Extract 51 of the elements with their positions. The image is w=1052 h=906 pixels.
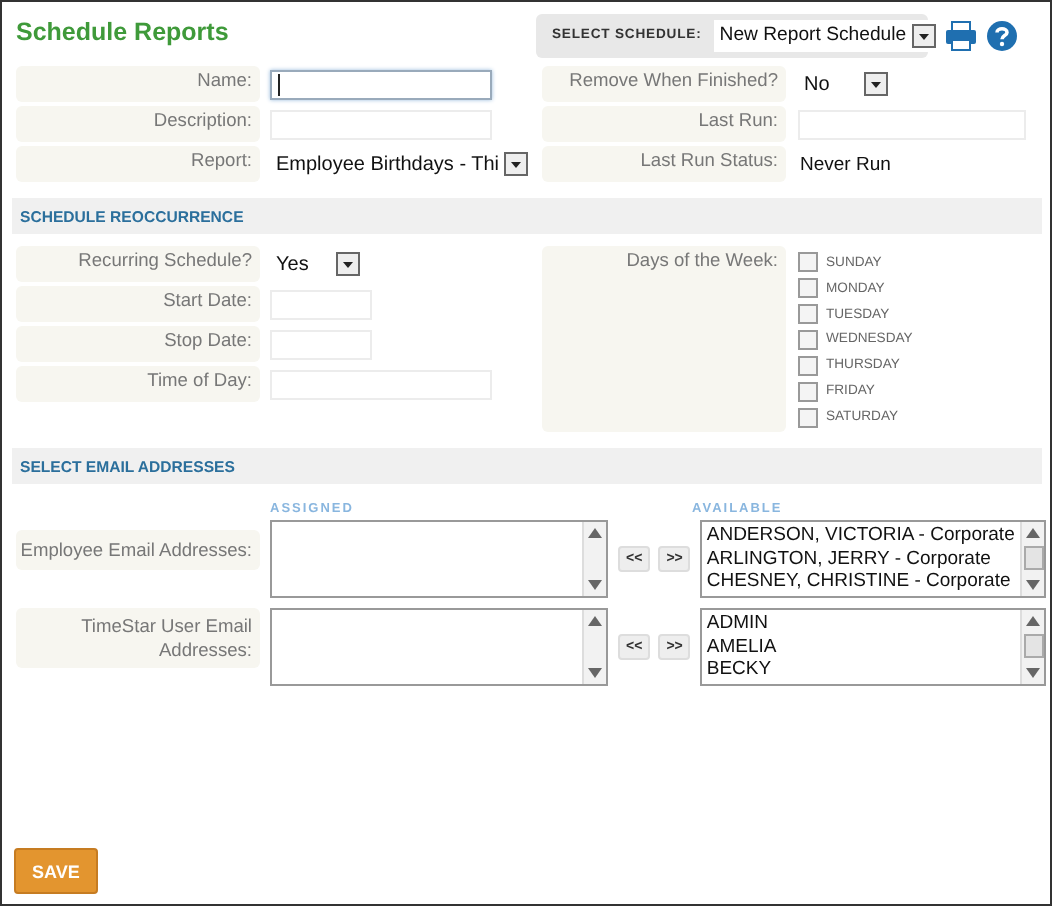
field-label: Employee Email Addresses:: [16, 530, 260, 570]
scroll-up-icon[interactable]: [588, 616, 602, 626]
field-label: Start Date:: [16, 286, 260, 322]
checkbox[interactable]: [798, 278, 818, 299]
list-option[interactable]: BECKY: [706, 658, 1017, 681]
list-box[interactable]: ADMIN AMELIA BECKY: [700, 608, 1047, 686]
checkbox[interactable]: [798, 407, 818, 428]
field-label: Time of Day:: [16, 366, 260, 402]
field-label: Description:: [16, 106, 260, 142]
field-label: Report:: [16, 146, 260, 182]
field-label: Recurring Schedule?: [16, 246, 260, 282]
dropdown[interactable]: Employee Birthdays - Thi: [270, 152, 528, 176]
scroll-up-icon[interactable]: [588, 528, 602, 538]
scrollbar[interactable]: [1020, 522, 1045, 596]
list-box[interactable]: [270, 608, 608, 686]
dropdown[interactable]: Yes: [270, 252, 360, 276]
status-text: Never Run: [798, 153, 891, 175]
field-label: Remove When Finished?: [542, 66, 786, 102]
scroll-down-icon[interactable]: [588, 580, 602, 590]
list-option[interactable]: ADMIN: [706, 612, 1017, 635]
checkbox[interactable]: [798, 381, 818, 402]
scroll-down-icon[interactable]: [1026, 580, 1041, 590]
scroll-down-icon[interactable]: [588, 668, 602, 678]
field-label: Last Run Status:: [542, 146, 786, 182]
checkbox[interactable]: [798, 329, 818, 350]
list-box[interactable]: ANDERSON, VICTORIA - Corporate ARLINGTON, JERRY - Corporate CHESNEY, CHRISTINE - Corporate: [700, 520, 1047, 598]
scroll-down-icon[interactable]: [1026, 668, 1041, 678]
list-option[interactable]: AMELIA: [706, 635, 1017, 658]
list-box[interactable]: [270, 520, 608, 598]
list-option[interactable]: CHESNEY, CHRISTINE - Corporate: [706, 570, 1017, 593]
text-field[interactable]: [270, 69, 492, 99]
field-label: TimeStar User Email Addresses:: [16, 608, 260, 668]
printer-icon[interactable]: [944, 19, 978, 51]
dropdown[interactable]: No: [798, 72, 888, 96]
checkbox[interactable]: [798, 355, 818, 376]
field-label: Name:: [16, 66, 260, 102]
scrollbar[interactable]: [582, 610, 606, 684]
scrollbar[interactable]: [582, 522, 606, 596]
scrollbar[interactable]: [1020, 610, 1045, 684]
field-label: Last Run:: [542, 106, 786, 142]
help-icon[interactable]: [986, 19, 1018, 51]
field-label: Stop Date:: [16, 326, 260, 362]
checkbox[interactable]: [798, 304, 818, 325]
list-option[interactable]: ANDERSON, VICTORIA - Corporate: [706, 524, 1017, 547]
scroll-up-icon[interactable]: [1026, 528, 1041, 538]
scroll-up-icon[interactable]: [1026, 616, 1041, 626]
schedule-dropdown[interactable]: New Report Schedule: [713, 19, 939, 51]
page-title: Schedule Reports: [16, 17, 229, 45]
checkbox[interactable]: [798, 252, 818, 273]
field-label: Days of the Week:: [542, 246, 786, 432]
list-option[interactable]: ARLINGTON, JERRY - Corporate: [706, 547, 1017, 570]
